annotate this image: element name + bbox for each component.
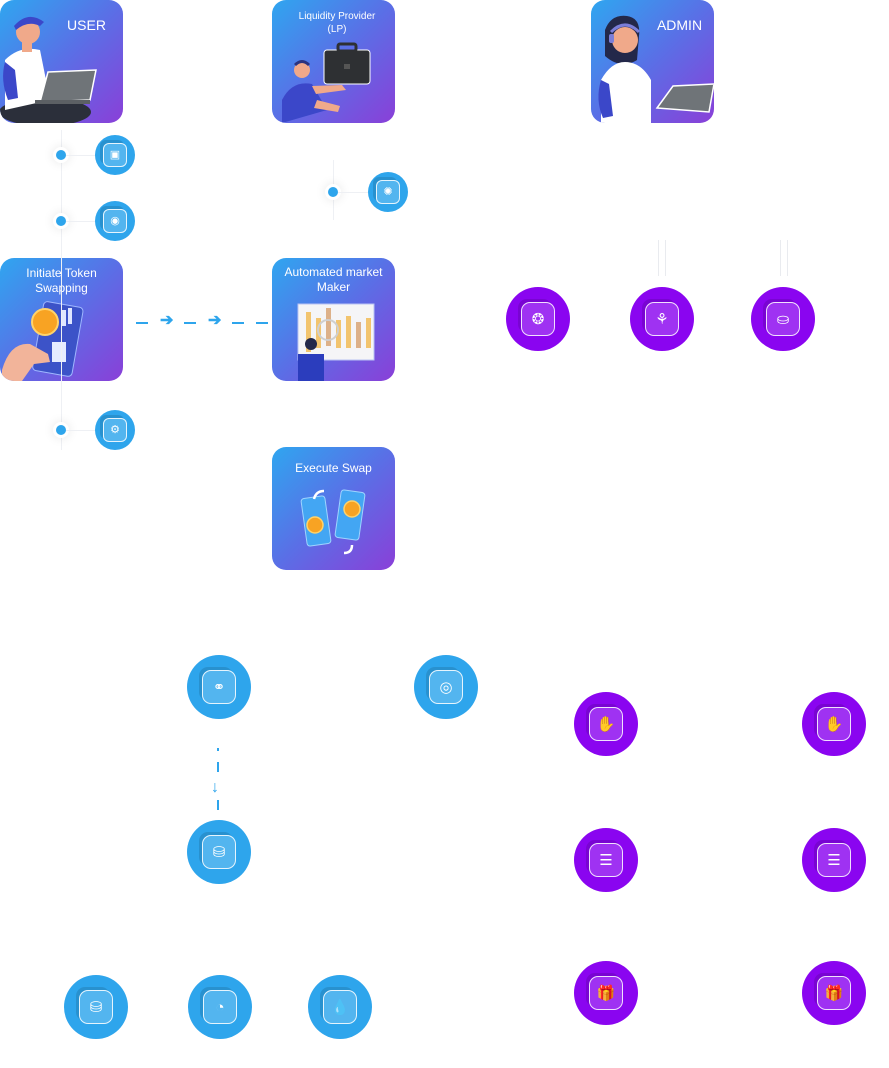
- user-deposit-node[interactable]: ⛁: [64, 975, 128, 1039]
- coins-fee-node-left[interactable]: ☰: [574, 828, 638, 892]
- user-deposit-icon: ⛁: [89, 998, 103, 1016]
- user-timeline-dot: [56, 216, 66, 226]
- user-wallet-node[interactable]: ▣: [95, 135, 135, 175]
- liquidity-drop-node[interactable]: 💧: [308, 975, 372, 1039]
- admin-coins-node[interactable]: ⛀: [751, 287, 815, 351]
- arrow-down-icon: ↓: [211, 779, 219, 796]
- growth-plant-icon: ⚘: [655, 310, 669, 328]
- lp-label: Liquidity Provider (LP): [298, 11, 376, 35]
- admin-actor-card: ADMIN: [591, 0, 714, 123]
- user-actor-card: USER: [0, 0, 123, 123]
- hand-coin-node[interactable]: ✋: [802, 692, 866, 756]
- coins-fee-icon: ☰: [827, 851, 841, 869]
- lp-timeline-dot: [328, 187, 338, 197]
- lp-liquidity-node[interactable]: ✺: [368, 172, 408, 212]
- execute-swap-card[interactable]: Execute Swap: [272, 447, 395, 570]
- amm-label: Automated market Maker: [284, 265, 383, 294]
- lp-actor-card: Liquidity Provider (LP): [272, 0, 395, 123]
- admin-growth-node[interactable]: ⚘: [630, 287, 694, 351]
- hand-receive-icon: ✋: [596, 715, 616, 733]
- admin-label: ADMIN: [656, 17, 703, 33]
- amm-card[interactable]: Automated market Maker: [272, 258, 395, 381]
- hand-coin-icon: ✋: [824, 715, 844, 733]
- wallet-icon: ▣: [109, 148, 121, 161]
- gift-reward-icon: 🎁: [596, 984, 616, 1002]
- token-search-icon: ⚙: [110, 423, 120, 436]
- coins-fee-node-right[interactable]: ☰: [802, 828, 866, 892]
- admin-token-settings-node[interactable]: ❂: [506, 287, 570, 351]
- pool-share-icon: ◔: [215, 998, 225, 1016]
- receive-token-icon: ⛁: [212, 843, 226, 861]
- user-account-node[interactable]: ◉: [95, 201, 135, 241]
- receive-token-node[interactable]: ⛁: [187, 820, 251, 884]
- lp-token-icon: ◎: [439, 678, 453, 696]
- arrow-right-icon: ➔: [160, 312, 174, 329]
- coins-fee-icon: ☰: [599, 851, 613, 869]
- gift-reward-icon: 🎁: [824, 984, 844, 1002]
- user-timeline-dot: [56, 150, 66, 160]
- liquidity-drop-icon: 💧: [330, 998, 350, 1016]
- gift-reward-node-left[interactable]: 🎁: [574, 961, 638, 1025]
- execute-swap-label: Execute Swap: [295, 461, 372, 475]
- arrow-right-icon: ➔: [208, 312, 222, 329]
- user-account-icon: ◉: [110, 214, 120, 227]
- coins-stack-icon: ⛀: [776, 310, 790, 328]
- lp-token-node[interactable]: ◎: [414, 655, 478, 719]
- token-search-node[interactable]: ⚙: [95, 410, 135, 450]
- pool-share-node[interactable]: ◔: [188, 975, 252, 1039]
- token-pair-node[interactable]: ⚭: [187, 655, 251, 719]
- token-pair-icon: ⚭: [212, 678, 226, 696]
- gift-reward-node-right[interactable]: 🎁: [802, 961, 866, 1025]
- hand-receive-node[interactable]: ✋: [574, 692, 638, 756]
- user-timeline-dot: [56, 425, 66, 435]
- token-settings-icon: ❂: [531, 310, 545, 328]
- user-label: USER: [67, 17, 106, 33]
- liquidity-add-icon: ✺: [383, 185, 393, 198]
